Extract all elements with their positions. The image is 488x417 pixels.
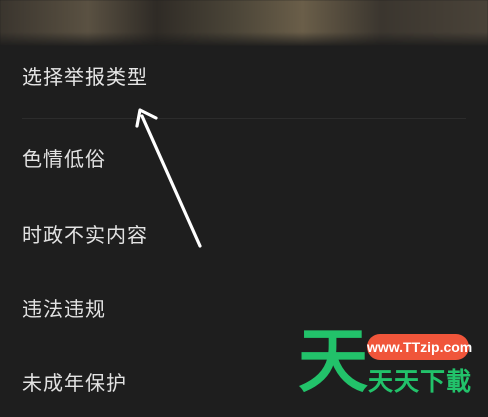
report-option-minor-protection[interactable]: 未成年保护 — [22, 370, 127, 396]
report-option-illegal[interactable]: 违法违规 — [22, 296, 106, 322]
report-type-sheet: 选择举报类型 色情低俗 时政不实内容 违法违规 未成年保护 — [0, 46, 488, 417]
watermark-logo: 天 — [298, 320, 368, 402]
report-option-pornographic[interactable]: 色情低俗 — [22, 146, 106, 172]
report-option-false-political[interactable]: 时政不实内容 — [22, 222, 148, 248]
report-screen: 选择举报类型 色情低俗 时政不实内容 违法违规 未成年保护 天 www.TTzi… — [0, 0, 488, 417]
watermark-site-name: 天天下載 — [368, 367, 473, 396]
sheet-title: 选择举报类型 — [22, 65, 148, 89]
watermark-url-badge: www.TTzip.com — [367, 334, 472, 360]
video-preview — [0, 0, 488, 46]
divider — [22, 118, 466, 119]
